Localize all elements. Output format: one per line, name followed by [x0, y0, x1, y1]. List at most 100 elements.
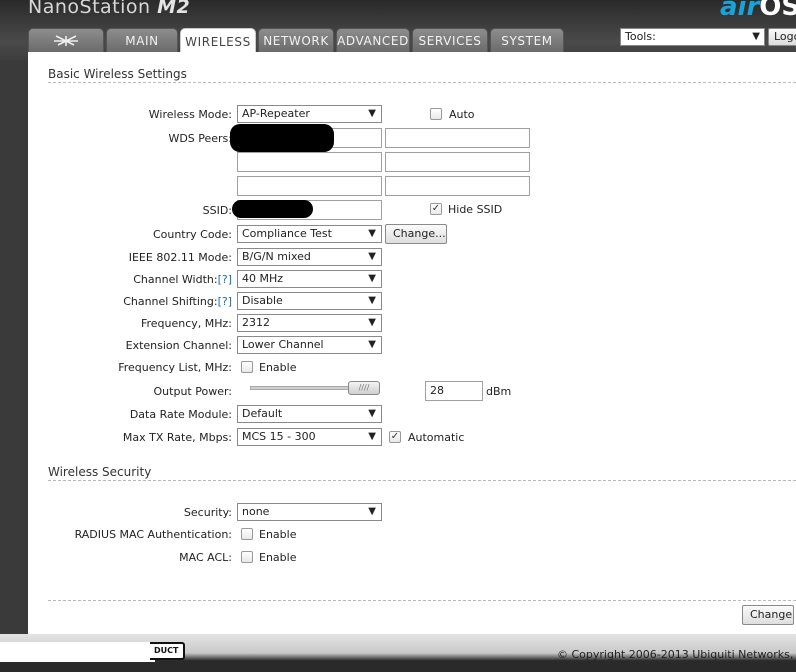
- change-button[interactable]: Change: [742, 605, 794, 625]
- frequency-value: 2312: [242, 316, 270, 329]
- ieee-mode-value: B/G/N mixed: [242, 250, 311, 263]
- section-divider: [48, 82, 796, 83]
- airos-os: OS: [759, 0, 796, 22]
- logout-button[interactable]: Logout: [768, 28, 796, 46]
- wds-peer-5-input[interactable]: [237, 176, 382, 196]
- output-power-unit: dBm: [486, 385, 512, 398]
- data-rate-module-select[interactable]: Default ▼: [237, 405, 382, 423]
- tab-system[interactable]: SYSTEM: [490, 28, 564, 52]
- country-code-label: Country Code:: [152, 228, 232, 241]
- channel-shifting-select[interactable]: Disable ▼: [237, 292, 382, 310]
- channel-width-label: Channel Width:[?]: [133, 273, 232, 286]
- footer-logo: DUCT: [150, 642, 185, 660]
- airos-logo: airOS: [720, 0, 796, 22]
- output-power-input[interactable]: 28: [425, 381, 483, 401]
- brand-model: M2: [157, 0, 191, 18]
- max-tx-rate-select[interactable]: MCS 15 - 300 ▼: [237, 428, 382, 446]
- data-rate-module-value: Default: [242, 407, 283, 420]
- ssid-label: SSID:: [202, 204, 232, 217]
- ieee-mode-label: IEEE 802.11 Mode:: [128, 251, 232, 264]
- security-value: none: [242, 505, 270, 518]
- channel-width-help-link[interactable]: [?]: [218, 273, 232, 286]
- wireless-mode-value: AP-Repeater: [242, 107, 310, 120]
- channel-width-select[interactable]: 40 MHz ▼: [237, 270, 382, 288]
- country-code-select[interactable]: Compliance Test ▼: [237, 225, 382, 243]
- country-code-value: Compliance Test: [242, 227, 332, 240]
- wireless-mode-select[interactable]: AP-Repeater ▼: [237, 105, 382, 123]
- footer-redacted-area: [0, 642, 155, 662]
- channel-shifting-label: Channel Shifting:[?]: [123, 295, 232, 308]
- tab-advanced[interactable]: ADVANCED: [336, 28, 410, 52]
- channel-shifting-help-link[interactable]: [?]: [218, 295, 232, 308]
- footer: DUCT © Copyright 2006-2013 Ubiquiti Netw…: [0, 634, 796, 672]
- redaction-mark: [230, 124, 334, 152]
- frequency-list-enable-label: Enable: [259, 361, 297, 374]
- chevron-down-icon: ▼: [752, 31, 760, 42]
- brand-name: NanoStation: [28, 0, 151, 18]
- redaction-mark: [232, 200, 313, 218]
- automatic-checkbox[interactable]: ✓: [389, 431, 401, 443]
- radius-mac-label: RADIUS MAC Authentication:: [74, 528, 232, 541]
- channel-width-label-text: Channel Width:: [133, 273, 218, 286]
- channel-shifting-label-text: Channel Shifting:: [123, 295, 218, 308]
- wds-peer-4-input[interactable]: [385, 152, 530, 172]
- security-select[interactable]: none ▼: [237, 503, 382, 521]
- channel-shifting-value: Disable: [242, 294, 283, 307]
- chevron-down-icon: ▼: [368, 295, 376, 306]
- wds-peer-2-input[interactable]: [385, 128, 530, 148]
- extension-channel-select[interactable]: Lower Channel ▼: [237, 336, 382, 354]
- wds-peer-6-input[interactable]: [385, 176, 530, 196]
- chevron-down-icon: ▼: [368, 251, 376, 262]
- tab-main[interactable]: MAIN: [106, 28, 178, 52]
- hide-ssid-label: Hide SSID: [448, 203, 503, 216]
- wds-peer-3-input[interactable]: [237, 152, 382, 172]
- wireless-mode-label: Wireless Mode:: [148, 108, 232, 121]
- brand-title: NanoStation M2: [28, 0, 190, 18]
- chevron-down-icon: ▼: [368, 506, 376, 517]
- hide-ssid-checkbox[interactable]: ✓: [430, 203, 442, 215]
- radius-mac-checkbox[interactable]: [241, 528, 253, 540]
- copyright-text: © Copyright 2006-2013 Ubiquiti Networks,…: [557, 648, 796, 661]
- ubiquiti-logo-icon: [54, 34, 78, 46]
- chevron-down-icon: ▼: [368, 108, 376, 119]
- frequency-select[interactable]: 2312 ▼: [237, 314, 382, 332]
- auto-label: Auto: [449, 108, 475, 121]
- mac-acl-label: MAC ACL:: [179, 551, 232, 564]
- mac-acl-enable-label: Enable: [259, 551, 297, 564]
- tab-ubiquiti-logo[interactable]: [28, 28, 104, 52]
- tools-select-value: Tools:: [625, 30, 656, 43]
- section-divider: [48, 600, 796, 601]
- extension-channel-value: Lower Channel: [242, 338, 324, 351]
- data-rate-module-label: Data Rate Module:: [129, 408, 232, 421]
- frequency-label: Frequency, MHz:: [140, 317, 232, 330]
- frequency-list-checkbox[interactable]: [241, 361, 253, 373]
- max-tx-rate-label: Max TX Rate, Mbps:: [122, 431, 232, 444]
- chevron-down-icon: ▼: [368, 228, 376, 239]
- output-power-slider-handle[interactable]: ////: [348, 381, 380, 395]
- extension-channel-label: Extension Channel:: [125, 339, 232, 352]
- radius-mac-enable-label: Enable: [259, 528, 297, 541]
- ieee-mode-select[interactable]: B/G/N mixed ▼: [237, 248, 382, 266]
- section-title-basic: Basic Wireless Settings: [48, 67, 187, 81]
- tools-select[interactable]: Tools: ▼: [620, 28, 765, 46]
- chevron-down-icon: ▼: [368, 431, 376, 442]
- automatic-label: Automatic: [408, 431, 465, 444]
- max-tx-rate-value: MCS 15 - 300: [242, 430, 316, 443]
- header: NanoStation M2 airOS MAIN WIRELESS NETWO…: [0, 0, 796, 60]
- wds-peers-label: WDS Peers:: [168, 132, 232, 145]
- tab-wireless[interactable]: WIRELESS: [180, 28, 256, 54]
- chevron-down-icon: ▼: [368, 408, 376, 419]
- country-change-button[interactable]: Change...: [385, 224, 447, 244]
- mac-acl-checkbox[interactable]: [241, 551, 253, 563]
- auto-checkbox[interactable]: [430, 108, 442, 120]
- chevron-down-icon: ▼: [368, 273, 376, 284]
- airos-air: air: [720, 0, 760, 22]
- tab-network[interactable]: NETWORK: [258, 28, 334, 52]
- section-title-security: Wireless Security: [48, 465, 152, 479]
- frequency-list-label: Frequency List, MHz:: [118, 361, 232, 374]
- chevron-down-icon: ▼: [368, 317, 376, 328]
- tab-services[interactable]: SERVICES: [412, 28, 488, 52]
- security-label: Security:: [183, 506, 232, 519]
- output-power-label: Output Power:: [153, 385, 232, 398]
- content-panel: Basic Wireless Settings Wireless Mode: A…: [28, 52, 796, 634]
